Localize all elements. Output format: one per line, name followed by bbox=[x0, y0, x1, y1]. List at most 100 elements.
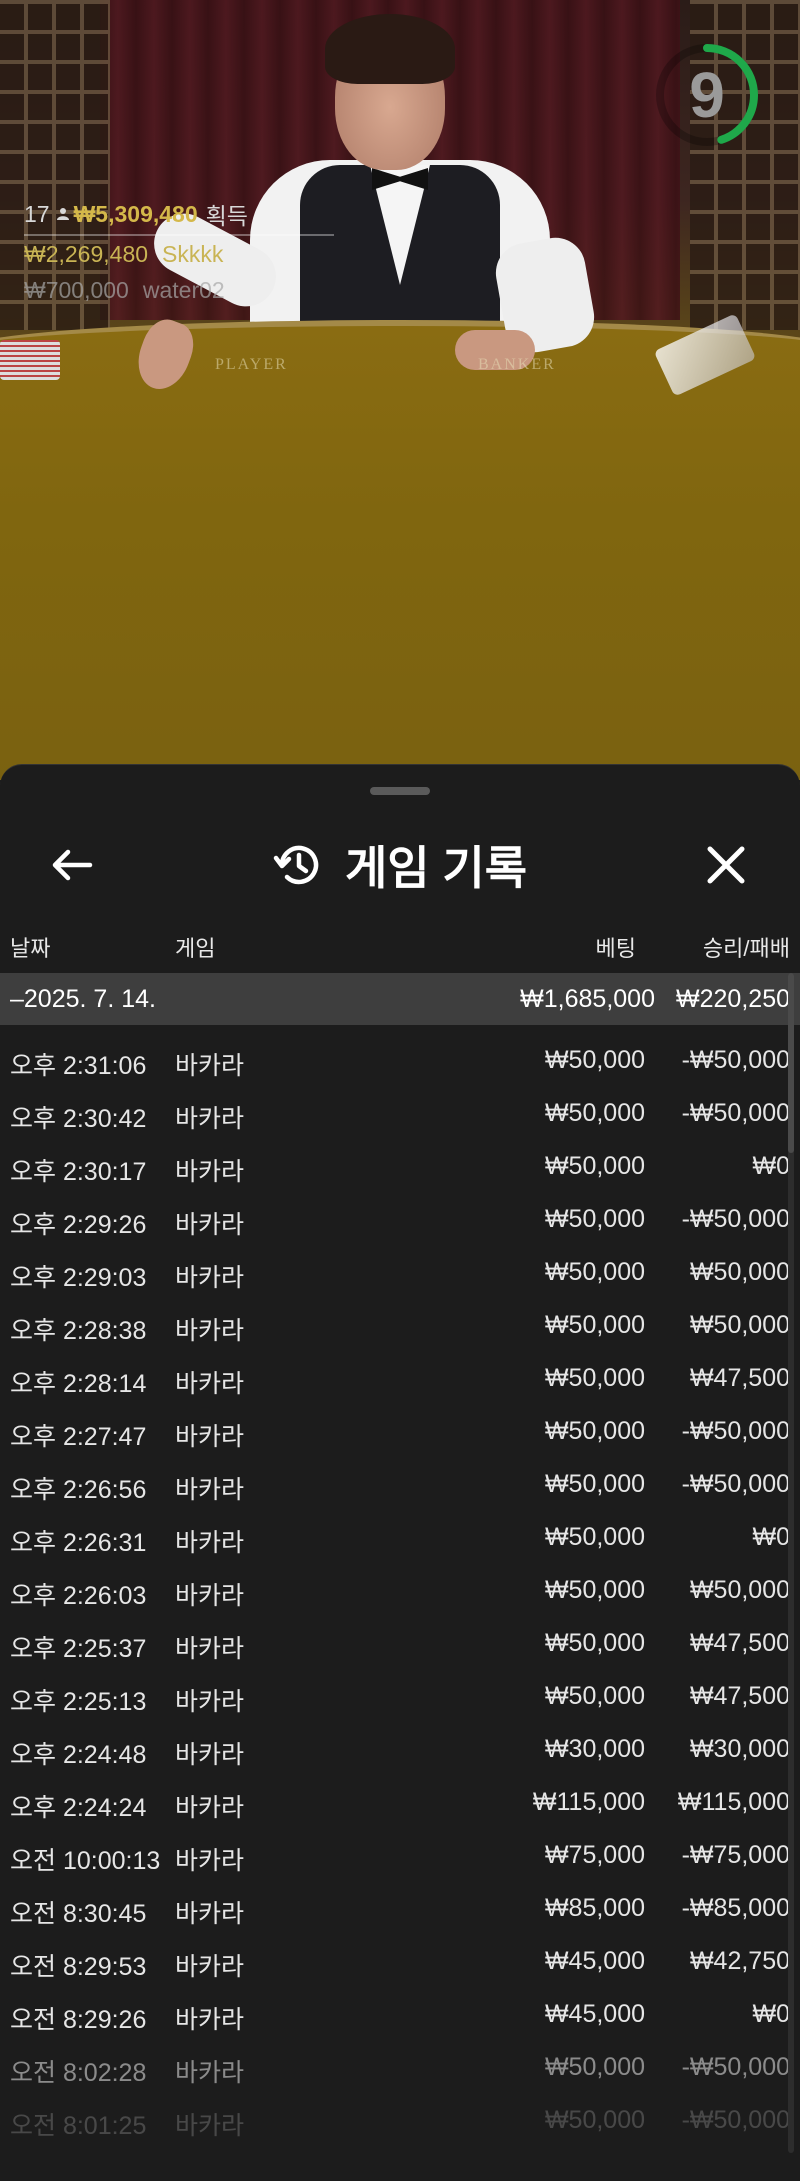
row-result: ₩47,500 bbox=[689, 1629, 790, 1657]
row-game: 바카라 bbox=[175, 1741, 245, 1769]
live-video: PLAYER BANKER 9 17 ₩5,309,480 획득 ₩2,269,… bbox=[0, 0, 800, 780]
scrollbar[interactable] bbox=[788, 973, 794, 2153]
row-game: 바카라 bbox=[175, 1317, 245, 1345]
day-date: –2025. 7. 14. bbox=[10, 985, 156, 1013]
row-result: -₩50,000 bbox=[681, 2106, 790, 2134]
scrollbar-thumb[interactable] bbox=[788, 973, 794, 1153]
table-row[interactable]: 오후 2:25:13 바카라 ₩50,000 ₩47,500 bbox=[0, 1669, 800, 1722]
table-row[interactable]: 오후 2:29:03 바카라 ₩50,000 ₩50,000 bbox=[0, 1245, 800, 1298]
table-row[interactable]: 오전 8:29:26 바카라 ₩45,000 ₩0 bbox=[0, 1987, 800, 2040]
table-row[interactable]: 오후 2:29:26 바카라 ₩50,000 -₩50,000 bbox=[0, 1192, 800, 1245]
table-row[interactable]: 오후 2:30:17 바카라 ₩50,000 ₩0 bbox=[0, 1139, 800, 1192]
row-bet: ₩50,000 bbox=[544, 1470, 645, 1498]
winner-row: ₩700,000 water02 bbox=[24, 272, 334, 308]
row-bet: ₩45,000 bbox=[544, 2000, 645, 2028]
game-history-panel: 게임 기록 날짜 게임 베팅 승리/패배 –2025. 7. 14. ₩1,68… bbox=[0, 764, 800, 2181]
row-time: 오후 2:31:06 bbox=[10, 1052, 147, 1080]
table-row[interactable]: 오후 2:31:06 바카라 ₩50,000 -₩50,000 bbox=[0, 1033, 800, 1086]
row-time: 오후 2:29:03 bbox=[10, 1264, 147, 1292]
row-game: 바카라 bbox=[175, 1529, 245, 1557]
winner-row: ₩2,269,480 Skkkk bbox=[24, 236, 334, 272]
row-bet: ₩50,000 bbox=[544, 1629, 645, 1657]
table-row[interactable]: 오후 2:27:47 바카라 ₩50,000 -₩50,000 bbox=[0, 1404, 800, 1457]
winner-total-amount: ₩5,309,480 bbox=[73, 200, 198, 227]
row-bet: ₩50,000 bbox=[544, 1364, 645, 1392]
winner-amount: ₩2,269,480 bbox=[24, 240, 149, 267]
row-game: 바카라 bbox=[175, 1688, 245, 1716]
row-time: 오후 2:28:14 bbox=[10, 1370, 147, 1398]
row-time: 오후 2:24:24 bbox=[10, 1794, 147, 1822]
card-stack-left bbox=[0, 340, 60, 380]
row-game: 바카라 bbox=[175, 1158, 245, 1186]
felt-label-banker: BANKER bbox=[478, 356, 556, 373]
row-bet: ₩50,000 bbox=[544, 1523, 645, 1551]
row-game: 바카라 bbox=[175, 1476, 245, 1504]
table-row[interactable]: 오후 2:26:31 바카라 ₩50,000 ₩0 bbox=[0, 1510, 800, 1563]
table-row[interactable]: 오전 8:01:25 바카라 ₩50,000 -₩50,000 bbox=[0, 2093, 800, 2146]
felt-label-player: PLAYER bbox=[215, 356, 288, 373]
column-win-loss: 승리/패배 bbox=[702, 936, 790, 961]
day-bet-total: ₩1,685,000 bbox=[520, 985, 655, 1013]
row-game: 바카라 bbox=[175, 1847, 245, 1875]
row-bet: ₩50,000 bbox=[544, 1258, 645, 1286]
day-win-total: ₩220,250 bbox=[676, 985, 790, 1013]
arrow-left-icon bbox=[52, 849, 93, 881]
table-row[interactable]: 오후 2:25:37 바카라 ₩50,000 ₩47,500 bbox=[0, 1616, 800, 1669]
row-game: 바카라 bbox=[175, 1264, 245, 1292]
row-bet: ₩30,000 bbox=[544, 1735, 645, 1763]
table-row[interactable]: 오전 8:29:53 바카라 ₩45,000 ₩42,750 bbox=[0, 1934, 800, 1987]
table-row[interactable]: 오전 8:30:45 바카라 ₩85,000 -₩85,000 bbox=[0, 1881, 800, 1934]
column-headers: 날짜 게임 베팅 승리/패배 bbox=[0, 925, 800, 965]
countdown-timer: 9 bbox=[652, 40, 762, 150]
row-result: -₩75,000 bbox=[681, 1841, 790, 1869]
table-row[interactable]: 오후 2:28:38 바카라 ₩50,000 ₩50,000 bbox=[0, 1298, 800, 1351]
row-game: 바카라 bbox=[175, 1105, 245, 1133]
row-time: 오후 2:30:17 bbox=[10, 1158, 147, 1186]
row-result: -₩85,000 bbox=[681, 1894, 790, 1922]
title-group: 게임 기록 bbox=[0, 815, 800, 915]
person-icon bbox=[56, 208, 69, 220]
table-row[interactable]: 오후 2:30:42 바카라 ₩50,000 -₩50,000 bbox=[0, 1086, 800, 1139]
winner-count: 17 bbox=[24, 200, 50, 227]
row-game: 바카라 bbox=[175, 1953, 245, 1981]
row-bet: ₩115,000 bbox=[532, 1788, 645, 1816]
winner-name: water02 bbox=[142, 276, 225, 303]
row-time: 오후 2:26:03 bbox=[10, 1582, 147, 1610]
back-button[interactable] bbox=[40, 837, 104, 893]
row-bet: ₩50,000 bbox=[544, 1417, 645, 1445]
row-result: -₩50,000 bbox=[681, 1046, 790, 1074]
table-row[interactable]: 오후 2:26:56 바카라 ₩50,000 -₩50,000 bbox=[0, 1457, 800, 1510]
row-bet: ₩50,000 bbox=[544, 1682, 645, 1710]
timer-seconds: 9 bbox=[689, 59, 725, 131]
row-bet: ₩50,000 bbox=[544, 2106, 645, 2134]
row-bet: ₩50,000 bbox=[544, 2053, 645, 2081]
row-bet: ₩85,000 bbox=[544, 1894, 645, 1922]
row-bet: ₩45,000 bbox=[544, 1947, 645, 1975]
row-result: -₩50,000 bbox=[681, 1470, 790, 1498]
row-time: 오전 8:01:25 bbox=[10, 2112, 147, 2140]
row-time: 오후 2:29:26 bbox=[10, 1211, 147, 1239]
row-bet: ₩50,000 bbox=[544, 1046, 645, 1074]
row-time: 오후 2:25:13 bbox=[10, 1688, 147, 1716]
drag-handle[interactable] bbox=[370, 787, 430, 795]
row-time: 오후 2:24:48 bbox=[10, 1741, 147, 1769]
close-icon bbox=[707, 846, 745, 884]
row-result: ₩50,000 bbox=[689, 1258, 790, 1286]
table-row[interactable]: 오전 10:00:13 바카라 ₩75,000 -₩75,000 bbox=[0, 1828, 800, 1881]
table-row[interactable]: 오후 2:28:14 바카라 ₩50,000 ₩47,500 bbox=[0, 1351, 800, 1404]
row-result: ₩42,750 bbox=[689, 1947, 790, 1975]
column-date: 날짜 bbox=[10, 936, 51, 961]
row-result: -₩50,000 bbox=[681, 1417, 790, 1445]
column-game: 게임 bbox=[175, 936, 216, 961]
table-row[interactable]: 오후 2:26:03 바카라 ₩50,000 ₩50,000 bbox=[0, 1563, 800, 1616]
table-row[interactable]: 오후 2:24:48 바카라 ₩30,000 ₩30,000 bbox=[0, 1722, 800, 1775]
table-row[interactable]: 오후 2:24:24 바카라 ₩115,000 ₩115,000 bbox=[0, 1775, 800, 1828]
row-time: 오전 10:00:13 bbox=[10, 1847, 161, 1875]
table-row[interactable]: 오전 8:02:28 바카라 ₩50,000 -₩50,000 bbox=[0, 2040, 800, 2093]
row-result: -₩50,000 bbox=[681, 2053, 790, 2081]
row-time: 오후 2:30:42 bbox=[10, 1105, 147, 1133]
history-list[interactable]: –2025. 7. 14. ₩1,685,000 ₩220,250 오후 2:3… bbox=[0, 973, 800, 2153]
close-button[interactable] bbox=[694, 835, 758, 895]
row-game: 바카라 bbox=[175, 1370, 245, 1398]
day-summary-row[interactable]: –2025. 7. 14. ₩1,685,000 ₩220,250 bbox=[0, 973, 800, 1025]
